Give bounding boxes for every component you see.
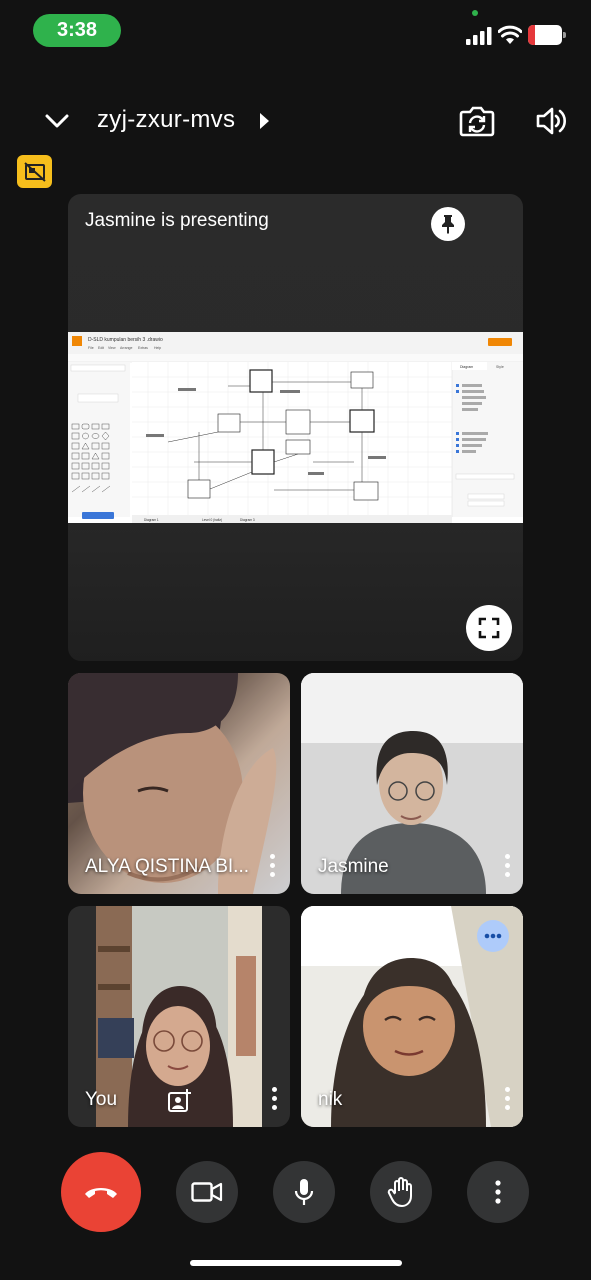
participant-name: nik <box>318 1089 343 1110</box>
more-vert-icon[interactable] <box>267 854 277 880</box>
home-indicator[interactable] <box>190 1260 402 1266</box>
menu-edit: Edit <box>98 346 104 350</box>
fullscreen-icon <box>478 617 500 639</box>
page-tab-3: Diagram 3 <box>240 518 255 522</box>
cellular-signal-icon <box>466 27 492 45</box>
battery-level: 20 <box>536 26 554 43</box>
raise-hand-icon <box>387 1177 412 1207</box>
participant-name: You <box>85 1089 118 1110</box>
page-tab-1: Diagram 1 <box>144 518 159 522</box>
panel-tab-style: Style <box>496 365 504 369</box>
app-title: D-SLD kumpulan bersih 3 .drawio <box>88 337 163 343</box>
battery-icon: 20 <box>528 25 566 45</box>
more-vert-icon[interactable] <box>269 1087 279 1113</box>
menu-file: File <box>88 346 94 350</box>
add-person-frame-icon[interactable] <box>167 1089 191 1113</box>
more-vert-icon[interactable] <box>502 1087 512 1113</box>
shared-screen: D-SLD kumpulan bersih 3 .drawio File Edi… <box>68 332 523 523</box>
menu-help: Help <box>154 346 161 350</box>
more-vert-icon[interactable] <box>502 854 512 880</box>
pin-icon <box>442 215 454 234</box>
participant-tile-you[interactable]: You <box>68 906 290 1127</box>
participant-name: ALYA QISTINA BI... <box>85 856 250 877</box>
participant-tile-alya[interactable]: ALYA QISTINA BI... <box>68 673 290 894</box>
menu-arrange: Arrange <box>120 346 133 350</box>
page-tab-2: Level 0 (hafiz) <box>202 518 222 522</box>
fullscreen-button[interactable] <box>466 605 512 651</box>
pin-button[interactable] <box>431 207 465 241</box>
microphone-button[interactable] <box>273 1161 335 1223</box>
more-options-button[interactable] <box>467 1161 529 1223</box>
menu-extras: Extras <box>138 346 148 350</box>
participant-name: Jasmine <box>318 856 389 877</box>
camera-switch-icon[interactable] <box>458 104 496 138</box>
participant-tile-nik[interactable]: nik <box>301 906 523 1127</box>
presenter-label: Jasmine is presenting <box>85 210 269 231</box>
end-call-icon <box>85 1188 117 1198</box>
presentation-tile[interactable]: Jasmine is presenting D-SLD kumpulan ber… <box>68 194 523 661</box>
camera-in-use-dot <box>472 10 478 16</box>
participant-tile-jasmine[interactable]: Jasmine <box>301 673 523 894</box>
wifi-icon <box>498 25 522 44</box>
end-call-button[interactable] <box>61 1152 141 1232</box>
speaker-icon[interactable] <box>534 104 568 138</box>
panel-tab-diagram: Diagram <box>460 365 473 369</box>
chevron-down-icon[interactable] <box>44 108 70 134</box>
no-video-frame-icon[interactable] <box>17 155 52 188</box>
microphone-icon <box>294 1179 314 1205</box>
meeting-code[interactable]: zyj-zxur-mvs <box>97 106 235 134</box>
more-horiz-icon[interactable] <box>477 920 509 952</box>
raise-hand-button[interactable] <box>370 1161 432 1223</box>
play-arrow-icon[interactable] <box>258 112 270 130</box>
more-vert-icon <box>495 1180 501 1204</box>
camera-button[interactable] <box>176 1161 238 1223</box>
status-time: 3:38 <box>33 14 121 47</box>
menu-view: View <box>108 346 116 350</box>
battery-fill <box>528 25 535 45</box>
video-camera-icon <box>191 1182 223 1202</box>
